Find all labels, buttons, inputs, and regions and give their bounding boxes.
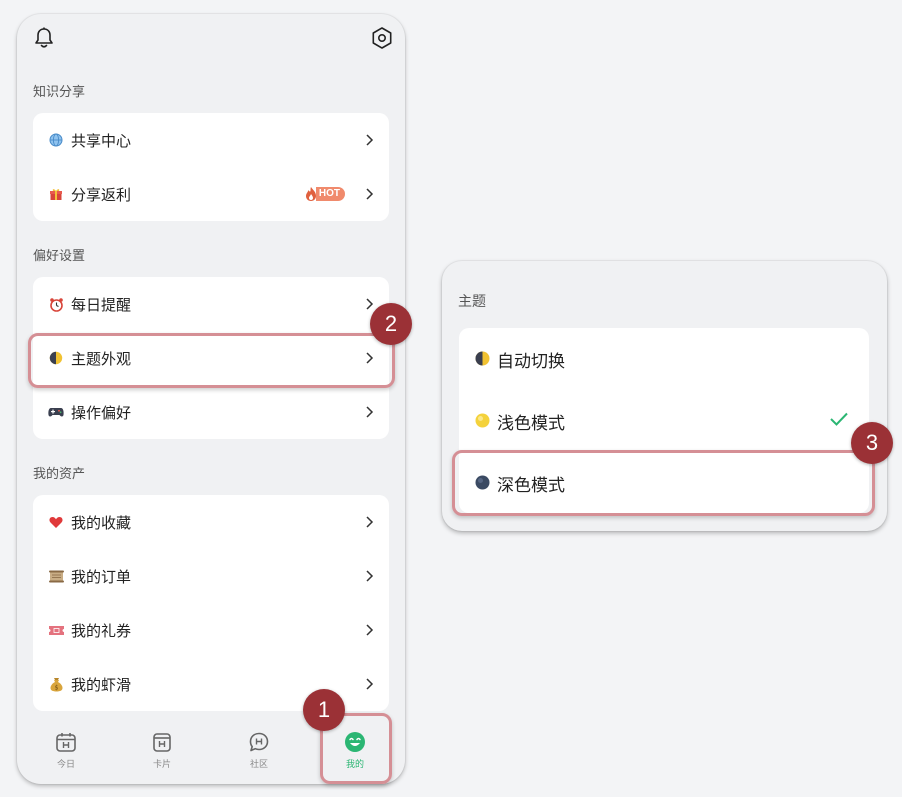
theme-option-light[interactable]: 浅色模式 — [459, 390, 869, 452]
tab-cards[interactable]: 卡片 — [132, 720, 192, 784]
heart-icon — [48, 514, 64, 530]
highlight-dark-mode — [452, 450, 875, 516]
svg-text:$: $ — [54, 684, 58, 691]
tab-community[interactable]: 社区 — [229, 720, 289, 784]
top-bar — [17, 14, 405, 64]
chevron-right-icon — [366, 678, 374, 690]
tab-label: 卡片 — [152, 760, 171, 770]
ticket-icon — [48, 622, 64, 638]
list-item-label: 分享返利 — [71, 185, 132, 204]
step-marker-2: 2 — [370, 303, 412, 345]
option-label: 自动切换 — [497, 352, 565, 372]
chevron-right-icon — [366, 298, 374, 310]
list-item-orders[interactable]: 我的订单 — [33, 549, 389, 603]
settings-icon[interactable] — [370, 26, 394, 50]
chevron-right-icon — [366, 188, 374, 200]
list-item-favorites[interactable]: 我的收藏 — [33, 495, 389, 549]
gamepad-icon — [48, 404, 64, 420]
tab-label: 今日 — [56, 760, 75, 770]
step-marker-3: 3 — [851, 422, 893, 464]
list-item-label: 我的收藏 — [71, 513, 132, 532]
tab-today[interactable]: 今日 — [36, 720, 96, 784]
calendar-icon — [56, 733, 76, 752]
list-item-coupons[interactable]: 我的礼券 — [33, 603, 389, 657]
auto-theme-icon — [475, 351, 490, 366]
list-item-share-rebate[interactable]: 分享返利 HOT — [33, 167, 389, 221]
chevron-right-icon — [366, 570, 374, 582]
card-assets: 我的收藏 我的订单 我的礼券 $ 我的虾滑 — [33, 495, 389, 711]
list-item-operation-preference[interactable]: 操作偏好 — [33, 385, 389, 439]
profile-screen: 知识分享 共享中心 分享返利 HOT 偏好设置 每日提醒 主题外观 操作偏好 我… — [17, 14, 405, 784]
highlight-theme-appearance — [28, 333, 395, 388]
alarm-clock-icon — [48, 296, 64, 312]
chevron-right-icon — [366, 516, 374, 528]
bell-icon[interactable] — [33, 26, 55, 50]
hot-badge: HOT — [304, 186, 345, 202]
list-item-label: 我的虾滑 — [71, 675, 132, 694]
chevron-right-icon — [366, 624, 374, 636]
section-title-knowledge: 知识分享 — [33, 85, 86, 100]
globe-icon — [48, 132, 64, 148]
scroll-icon — [48, 568, 64, 584]
step-marker-1: 1 — [303, 689, 345, 731]
card-knowledge: 共享中心 分享返利 HOT — [33, 113, 389, 221]
panel-title: 主题 — [458, 294, 486, 310]
check-icon — [830, 412, 848, 426]
list-item-daily-reminder[interactable]: 每日提醒 — [33, 277, 389, 331]
list-item-label: 每日提醒 — [71, 295, 132, 314]
option-label: 浅色模式 — [497, 414, 565, 434]
list-item-label: 操作偏好 — [71, 403, 132, 422]
card-icon — [153, 733, 171, 752]
gift-icon — [48, 186, 64, 202]
list-item-share-center[interactable]: 共享中心 — [33, 113, 389, 167]
light-theme-icon — [475, 413, 490, 428]
chevron-right-icon — [366, 134, 374, 146]
chevron-right-icon — [366, 406, 374, 418]
section-title-assets: 我的资产 — [33, 467, 86, 482]
money-bag-icon: $ — [48, 676, 64, 692]
section-title-preferences: 偏好设置 — [33, 249, 86, 264]
list-item-label: 我的礼券 — [71, 621, 132, 640]
tab-label: 社区 — [249, 760, 268, 770]
list-item-label: 共享中心 — [71, 131, 132, 150]
chat-icon — [249, 732, 269, 752]
list-item-label: 我的订单 — [71, 567, 132, 586]
theme-option-auto[interactable]: 自动切换 — [459, 328, 869, 390]
